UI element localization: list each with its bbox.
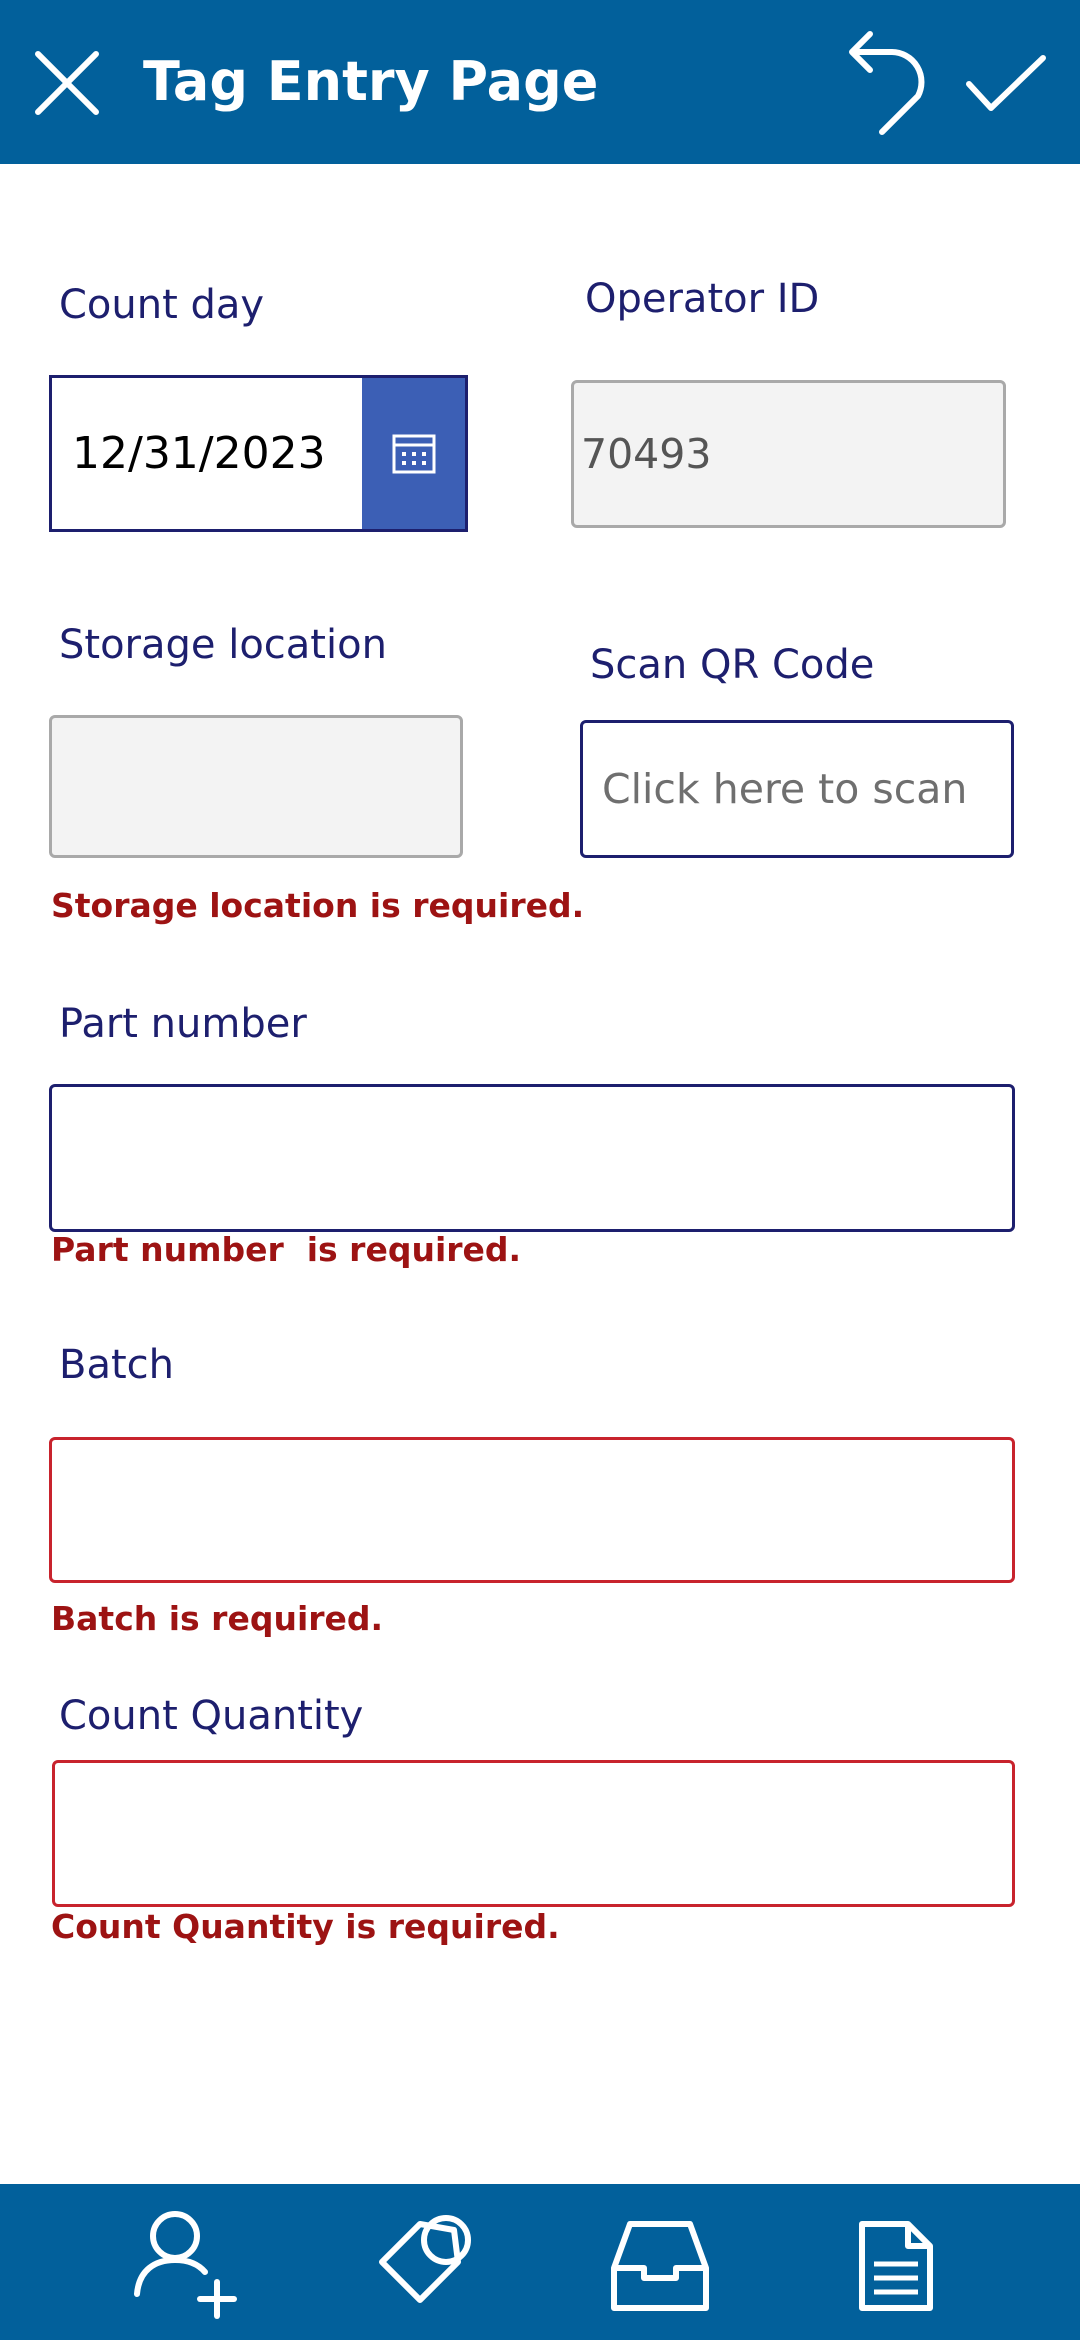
operator-id-value: 70493: [581, 430, 712, 478]
operator-id-label: Operator ID: [585, 276, 820, 322]
undo-icon: [849, 31, 925, 135]
close-icon: [35, 51, 99, 115]
count-day-value: 12/31/2023: [72, 428, 326, 479]
page-title: Tag Entry Page: [143, 50, 599, 113]
count-quantity-error: Count Quantity is required.: [51, 1907, 560, 1946]
undo-button[interactable]: [844, 26, 934, 136]
confirm-button[interactable]: [963, 52, 1049, 114]
batch-error: Batch is required.: [51, 1599, 384, 1638]
top-bar: Tag Entry Page: [0, 0, 1080, 164]
document-icon: [859, 2221, 933, 2311]
document-button[interactable]: [858, 2220, 934, 2312]
storage-location-label: Storage location: [59, 622, 387, 668]
batch-input[interactable]: [49, 1437, 1015, 1583]
count-quantity-input[interactable]: [52, 1760, 1015, 1907]
add-user-icon: [134, 2211, 237, 2319]
scan-qr-label: Scan QR Code: [590, 642, 875, 688]
part-number-error: Part number is required.: [51, 1230, 522, 1269]
calendar-icon: [392, 434, 435, 473]
scan-qr-placeholder: Click here to scan: [602, 765, 968, 813]
operator-id-field: 70493: [571, 380, 1006, 528]
calendar-button[interactable]: [362, 378, 465, 529]
count-day-picker[interactable]: 12/31/2023: [49, 375, 468, 532]
count-day-label: Count day: [59, 282, 265, 328]
count-quantity-label: Count Quantity: [59, 1693, 364, 1739]
inbox-icon: [611, 2221, 709, 2311]
batch-label: Batch: [59, 1342, 174, 1388]
checkmark-icon: [966, 55, 1046, 111]
tag-icon: [379, 2215, 471, 2303]
tag-button[interactable]: [376, 2210, 476, 2310]
inbox-button[interactable]: [610, 2220, 710, 2312]
storage-location-field[interactable]: [49, 715, 463, 858]
close-button[interactable]: [32, 48, 102, 118]
add-user-button[interactable]: [133, 2210, 243, 2320]
storage-location-error: Storage location is required.: [51, 886, 585, 925]
part-number-input[interactable]: [49, 1084, 1015, 1232]
bottom-nav-bar: [0, 2184, 1080, 2340]
part-number-label: Part number: [59, 1001, 307, 1047]
scan-qr-button[interactable]: Click here to scan: [580, 720, 1014, 858]
